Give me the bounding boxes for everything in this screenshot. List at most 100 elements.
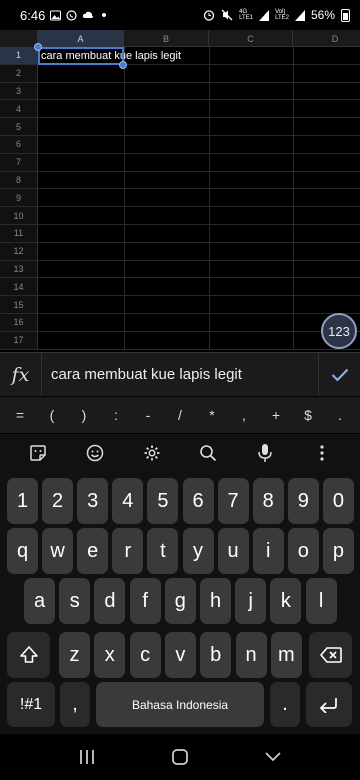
row-header[interactable]: 10 — [0, 207, 38, 224]
column-header-d[interactable]: D — [293, 30, 360, 47]
symbol-key[interactable]: * — [198, 407, 226, 423]
key-e[interactable]: e — [77, 528, 109, 574]
table-row: 5 — [0, 118, 360, 136]
shift-key[interactable] — [7, 632, 50, 678]
key-4[interactable]: 4 — [112, 478, 144, 524]
row-header[interactable]: 11 — [0, 225, 38, 242]
backspace-icon — [319, 647, 342, 663]
key-a[interactable]: a — [24, 578, 55, 624]
column-header-a[interactable]: A — [38, 30, 124, 47]
symbols-key[interactable]: !#1 — [7, 682, 55, 727]
symbol-key[interactable]: $ — [294, 407, 322, 423]
key-q[interactable]: q — [7, 528, 38, 574]
row-header[interactable]: 14 — [0, 278, 38, 296]
key-3[interactable]: 3 — [77, 478, 109, 524]
key-c[interactable]: c — [129, 632, 161, 678]
key-t[interactable]: t — [147, 528, 179, 574]
key-m[interactable]: m — [270, 632, 302, 678]
key-1[interactable]: 1 — [7, 478, 38, 524]
formula-bar: fx cara membuat kue lapis legit — [0, 352, 360, 396]
status-bar: 6:46 4G LTE1 Vol) LTE2 56% — [0, 0, 360, 30]
key-o[interactable]: o — [287, 528, 319, 574]
row-header[interactable]: 1 — [0, 47, 38, 64]
spreadsheet-grid[interactable]: A B C D 1 2 3 4 5 6 7 8 9 10 11 12 13 14 15 16 17 cara m… — [0, 30, 360, 350]
selection-handle-top-left[interactable] — [34, 43, 42, 51]
selection-handle-bottom-right[interactable] — [119, 61, 127, 69]
row-header[interactable]: 4 — [0, 100, 38, 118]
backspace-key[interactable] — [309, 632, 352, 678]
microphone-icon[interactable] — [253, 441, 277, 465]
row-header[interactable]: 13 — [0, 260, 38, 278]
recent-apps-button[interactable] — [72, 742, 102, 772]
more-options-icon[interactable] — [310, 441, 334, 465]
key-g[interactable]: g — [164, 578, 196, 624]
column-header-c[interactable]: C — [209, 30, 293, 47]
key-h[interactable]: h — [200, 578, 231, 624]
settings-gear-icon[interactable] — [140, 441, 164, 465]
key-i[interactable]: i — [252, 528, 284, 574]
symbol-key[interactable]: ) — [70, 407, 98, 423]
formula-input[interactable]: cara membuat kue lapis legit — [42, 353, 318, 396]
back-button[interactable] — [258, 742, 288, 772]
symbol-key[interactable]: = — [6, 407, 34, 423]
search-icon[interactable] — [196, 441, 220, 465]
row-header[interactable]: 2 — [0, 64, 38, 82]
symbol-key[interactable]: ( — [38, 407, 66, 423]
comma-key[interactable]: , — [60, 682, 90, 727]
key-k[interactable]: k — [270, 578, 302, 624]
key-u[interactable]: u — [217, 528, 249, 574]
key-0[interactable]: 0 — [322, 478, 354, 524]
row-header[interactable]: 16 — [0, 314, 38, 331]
row-header[interactable]: 12 — [0, 242, 38, 260]
cloud-icon — [83, 11, 94, 18]
key-6[interactable]: 6 — [182, 478, 214, 524]
period-key[interactable]: . — [270, 682, 300, 727]
symbol-key[interactable]: , — [230, 407, 258, 423]
numeric-keyboard-toggle-button[interactable]: 123 — [321, 313, 357, 349]
key-n[interactable]: n — [235, 632, 267, 678]
confirm-button[interactable] — [318, 353, 360, 396]
symbol-key[interactable]: : — [102, 407, 130, 423]
symbol-key[interactable]: - — [134, 407, 162, 423]
column-header-b[interactable]: B — [124, 30, 209, 47]
symbol-key[interactable]: / — [166, 407, 194, 423]
row-header[interactable]: 15 — [0, 296, 38, 313]
symbol-key[interactable]: . — [326, 407, 354, 423]
row-header[interactable]: 8 — [0, 171, 38, 189]
key-y[interactable]: y — [182, 528, 214, 574]
key-f[interactable]: f — [129, 578, 161, 624]
emoji-icon[interactable] — [83, 441, 107, 465]
fx-icon[interactable]: fx — [0, 353, 42, 396]
key-d[interactable]: d — [94, 578, 126, 624]
key-r[interactable]: r — [112, 528, 144, 574]
row-header[interactable]: 9 — [0, 189, 38, 207]
space-key[interactable]: Bahasa Indonesia — [96, 682, 264, 727]
signal-icon — [259, 9, 270, 21]
key-8[interactable]: 8 — [252, 478, 284, 524]
key-w[interactable]: w — [42, 528, 74, 574]
key-z[interactable]: z — [59, 632, 90, 678]
row-header[interactable]: 3 — [0, 82, 38, 100]
row-header[interactable]: 17 — [0, 331, 38, 349]
keyboard: !#1 , Bahasa Indonesia . 1234567890 qwert… — [0, 472, 360, 734]
key-b[interactable]: b — [200, 632, 232, 678]
key-x[interactable]: x — [94, 632, 126, 678]
key-j[interactable]: j — [235, 578, 267, 624]
enter-key[interactable] — [306, 682, 352, 727]
key-9[interactable]: 9 — [287, 478, 319, 524]
key-s[interactable]: s — [59, 578, 91, 624]
key-7[interactable]: 7 — [217, 478, 249, 524]
key-p[interactable]: p — [322, 528, 354, 574]
key-5[interactable]: 5 — [147, 478, 179, 524]
symbol-key[interactable]: + — [262, 407, 290, 423]
table-row: 13 — [0, 260, 360, 279]
key-l[interactable]: l — [305, 578, 337, 624]
row-header[interactable]: 6 — [0, 136, 38, 153]
home-button[interactable] — [165, 742, 195, 772]
key-v[interactable]: v — [164, 632, 196, 678]
select-all-corner[interactable] — [0, 30, 38, 47]
row-header[interactable]: 5 — [0, 118, 38, 135]
sticker-icon[interactable] — [26, 441, 50, 465]
row-header[interactable]: 7 — [0, 153, 38, 171]
key-2[interactable]: 2 — [42, 478, 74, 524]
